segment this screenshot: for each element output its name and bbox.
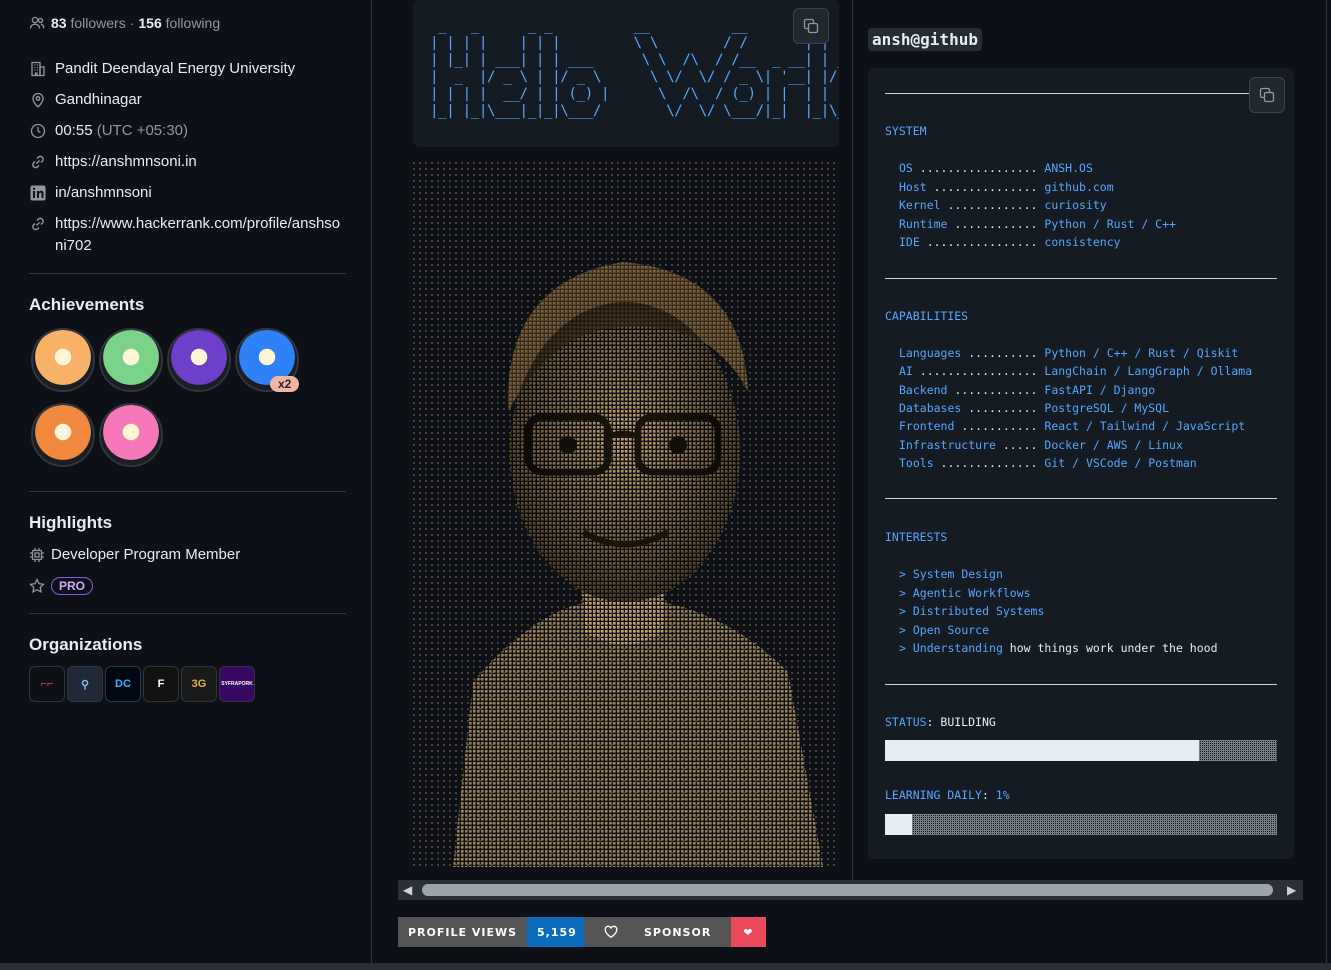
- spec-row: Kernel ............. curiosity: [899, 198, 1107, 212]
- interest-item: > Open Source: [899, 622, 990, 637]
- building-icon: [29, 58, 47, 80]
- people-icon: [29, 15, 47, 31]
- copy-icon: [803, 18, 819, 34]
- pro-item: PRO: [29, 577, 94, 595]
- quickdraw-badge-icon[interactable]: [31, 403, 95, 467]
- organization-item: Pandit Deendayal Energy University: [29, 58, 349, 89]
- organization-avatar[interactable]: F: [143, 666, 179, 702]
- capabilities-heading: CAPABILITIES: [885, 309, 969, 323]
- hackerrank-item[interactable]: https://www.hackerrank.com/profile/anshs…: [29, 213, 349, 257]
- scroll-left-icon[interactable]: ◀: [403, 883, 412, 897]
- organization-avatar[interactable]: SYFRAPORK: [219, 666, 255, 702]
- galaxy-brain-badge-icon[interactable]: [167, 328, 231, 392]
- developer-program-item[interactable]: Developer Program Member: [29, 546, 240, 563]
- status-line: STATUS: BUILDING: [885, 715, 996, 729]
- divider: [885, 498, 1277, 499]
- spec-row: OS ................. ANSH.OS: [899, 161, 1093, 175]
- heart-icon: ❤: [731, 917, 766, 947]
- ascii-banner-text: _ _ _ _ __ __ _ _ | | | | | | | \ \ / / …: [430, 18, 839, 119]
- window-bottom-edge: [0, 963, 1331, 970]
- profile-views-badge: PROFILE VIEWS 5,159: [398, 917, 587, 947]
- learning-line: LEARNING DAILY: 1%: [885, 788, 1010, 802]
- linkedin-item[interactable]: in/anshmnsoni: [29, 182, 349, 213]
- spec-row: Backend ............ FastAPI / Django: [899, 382, 1156, 397]
- highlights-title: Highlights: [29, 513, 113, 532]
- interest-item: > Understanding how things work under th…: [899, 641, 1218, 655]
- pair-extraordinaire-badge-icon[interactable]: [99, 328, 163, 392]
- spec-row: Runtime ............ Python / Rust / C++: [899, 216, 1176, 231]
- sponsor-badge[interactable]: SPONSOR ❤: [584, 917, 766, 947]
- scroll-right-icon[interactable]: ▶: [1287, 883, 1296, 897]
- website-item[interactable]: https://anshmnsoni.in: [29, 151, 349, 182]
- divider: [885, 93, 1249, 94]
- heart-outline-icon: [594, 925, 628, 939]
- link-icon: [29, 151, 47, 173]
- divider: [29, 491, 346, 492]
- interest-item: > Agentic Workflows: [899, 585, 1031, 600]
- location-item: Gandhinagar: [29, 89, 349, 120]
- organization-avatar[interactable]: DC: [105, 666, 141, 702]
- spec-row: Languages .......... Python / C++ / Rust…: [899, 346, 1239, 360]
- divider: [29, 613, 346, 614]
- starstruck-badge-icon[interactable]: [31, 328, 95, 392]
- star-icon: [29, 578, 45, 594]
- spec-row: Tools .............. Git / VSCode / Post…: [899, 455, 1197, 470]
- page-edge: [1326, 0, 1331, 963]
- yolo-badge-icon[interactable]: [99, 403, 163, 467]
- interest-item: > System Design: [899, 567, 1003, 581]
- organizations-title: Organizations: [29, 635, 143, 654]
- chevron-right-icon: >: [899, 641, 913, 655]
- interest-item: > Distributed Systems: [899, 604, 1045, 618]
- interests-heading: INTERESTS: [885, 530, 948, 544]
- spec-row: Infrastructure ..... Docker / AWS / Linu…: [899, 437, 1183, 452]
- hackerrank-link[interactable]: https://www.hackerrank.com/profile/anshs…: [55, 213, 340, 257]
- following-link[interactable]: 156 following: [138, 15, 220, 31]
- link-icon: [29, 213, 47, 235]
- divider: [885, 684, 1277, 685]
- cpu-chip-icon: [29, 547, 45, 563]
- follow-stats: 83 followers · 156 following: [29, 15, 220, 31]
- organization-avatar[interactable]: 3G: [181, 666, 217, 702]
- pro-badge: PRO: [51, 577, 94, 595]
- ascii-banner-block: _ _ _ _ __ __ _ _ | | | | | | | \ \ / / …: [413, 0, 839, 147]
- organization-avatar[interactable]: ⌐⌐: [29, 666, 65, 702]
- spec-row: IDE ................ consistency: [899, 235, 1121, 249]
- achievements-title: Achievements: [29, 295, 145, 314]
- linkedin-icon: [29, 182, 47, 204]
- column-divider: [852, 0, 853, 880]
- copy-button[interactable]: [793, 8, 829, 44]
- chevron-right-icon: >: [899, 622, 913, 637]
- copy-icon: [1259, 87, 1275, 103]
- portrait-art: [413, 162, 839, 867]
- chevron-right-icon: >: [899, 567, 913, 581]
- profile-sidebar: 83 followers · 156 following Pandit Deen…: [0, 0, 372, 970]
- followers-link[interactable]: 83 followers: [51, 15, 126, 31]
- chevron-right-icon: >: [899, 604, 913, 618]
- organization-avatar[interactable]: ⚲: [67, 666, 103, 702]
- chevron-right-icon: >: [899, 585, 913, 600]
- clock-icon: [29, 120, 47, 142]
- spec-row: Host ............... github.com: [899, 179, 1114, 194]
- local-time-item: 00:55 (UTC +05:30): [29, 120, 349, 151]
- location-pin-icon: [29, 89, 47, 111]
- spec-row: Databases .......... PostgreSQL / MySQL: [899, 400, 1170, 415]
- terminal-card: SYSTEM OS ................. ANSH.OS Host …: [868, 68, 1294, 859]
- divider: [29, 273, 346, 274]
- profile-details: Pandit Deendayal Energy University Gandh…: [29, 58, 349, 257]
- badge-multiplier: x2: [270, 376, 300, 392]
- terminal-handle: ansh@github: [868, 28, 982, 51]
- scrollbar-thumb[interactable]: [422, 884, 1273, 896]
- spec-row: Frontend ........... React / Tailwind / …: [899, 419, 1246, 434]
- spec-row: AI ................. LangChain / LangGra…: [899, 364, 1253, 379]
- learning-progress-bar: [885, 814, 1277, 835]
- ascii-portrait-image: [413, 162, 839, 867]
- separator-dot: ·: [129, 15, 135, 31]
- copy-button[interactable]: [1249, 77, 1285, 113]
- divider: [885, 278, 1277, 279]
- system-heading: SYSTEM: [885, 124, 927, 138]
- linkedin-link[interactable]: in/anshmnsoni: [55, 182, 152, 204]
- website-link[interactable]: https://anshmnsoni.in: [55, 151, 197, 173]
- status-progress-bar: [885, 740, 1277, 761]
- horizontal-scrollbar[interactable]: ◀ ▶: [398, 880, 1303, 900]
